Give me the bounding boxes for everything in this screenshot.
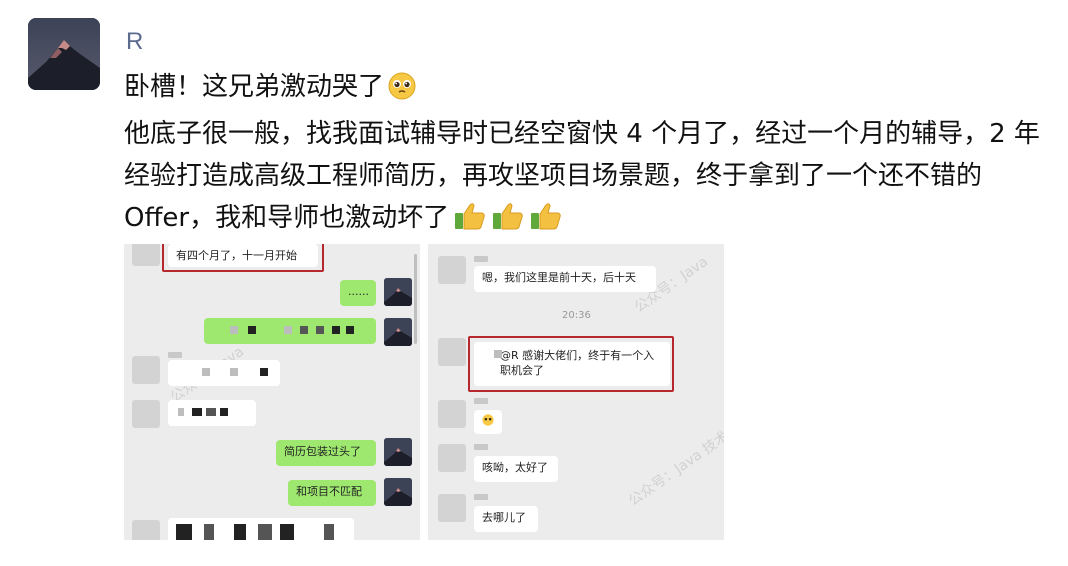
thumbs-up-icon — [453, 201, 487, 244]
my-avatar — [384, 438, 412, 466]
thumbs-up-icon — [529, 201, 563, 244]
pleading-face-emoji-icon — [388, 71, 416, 113]
contact-avatar — [132, 400, 160, 428]
my-avatar — [384, 478, 412, 506]
redacted-pixel — [204, 524, 214, 540]
redacted-pixel — [280, 524, 294, 540]
highlight-box — [162, 244, 324, 272]
pleading-face-icon — [482, 414, 494, 429]
chat-bubble-mine: ...... — [340, 280, 376, 306]
my-avatar — [384, 278, 412, 306]
contact-name-redacted — [474, 398, 488, 404]
redacted-pixel — [230, 326, 238, 334]
my-avatar — [384, 318, 412, 346]
contact-avatar — [438, 400, 466, 428]
redacted-pixel — [284, 326, 292, 334]
post-body-text: 他底子很一般，找我面试辅导时已经空窗快 4 个月了，经过一个月的辅导，2 年经验… — [124, 119, 1040, 233]
contact-name-redacted — [168, 352, 182, 358]
contact-avatar — [132, 520, 160, 540]
contact-avatar — [438, 444, 466, 472]
redacted-pixel — [316, 326, 324, 334]
chat-bubble: 嗯，我们这里是前十天，后十天 — [474, 266, 656, 292]
highlight-box — [468, 336, 674, 392]
redacted-pixel — [332, 326, 340, 334]
contact-avatar — [438, 494, 466, 522]
redacted-pixel — [206, 408, 216, 416]
redacted-pixel — [220, 408, 228, 416]
redacted-pixel — [230, 368, 238, 376]
redacted-pixel — [346, 326, 354, 334]
redacted-pixel — [300, 326, 308, 334]
contact-name-redacted — [474, 494, 488, 500]
redacted-pixel — [324, 524, 334, 540]
chat-bubble-mine: 和项目不匹配 — [288, 480, 376, 506]
redacted-pixel — [192, 408, 202, 416]
redacted-pixel — [248, 326, 256, 334]
post-text: 卧槽！这兄弟激动哭了 他底子很一般，找我面试辅导时已经空窗快 4 个月了，经过一… — [124, 66, 1044, 244]
post-line-1: 卧槽！这兄弟激动哭了 — [124, 66, 1044, 113]
redacted-pixel — [178, 408, 184, 416]
chat-bubble: 咳呦，太好了 — [474, 456, 558, 482]
contact-name-redacted — [474, 256, 488, 262]
redacted-pixel — [234, 524, 246, 540]
watermark: 公众号：Java 技术栈 — [625, 420, 724, 510]
chat-screenshot-right[interactable]: 公众号：Java 公众号：Java 技术栈 嗯，我们这里是前十天，后十天 20:… — [428, 244, 724, 540]
moment-post: R 卧槽！这兄弟激动哭了 他底子很一般，找我面试辅导时已经空窗快 4 个月了，经… — [0, 0, 1068, 566]
contact-avatar — [438, 256, 466, 284]
post-body: 他底子很一般，找我面试辅导时已经空窗快 4 个月了，经过一个月的辅导，2 年经验… — [124, 113, 1044, 244]
author-avatar[interactable] — [28, 18, 100, 90]
redacted-pixel — [260, 368, 268, 376]
chat-timestamp: 20:36 — [562, 310, 591, 321]
contact-avatar — [132, 244, 160, 266]
emoji-bubble — [474, 410, 502, 434]
thumbs-up-icon — [491, 201, 525, 244]
post-line-1-text: 卧槽！这兄弟激动哭了 — [124, 72, 385, 102]
redacted-pixel — [176, 524, 192, 540]
author-name[interactable]: R — [126, 28, 143, 56]
chat-screenshot-left[interactable]: 公众号：Java 有四个月了，十一月开始 ...... — [124, 244, 420, 540]
contact-avatar — [132, 356, 160, 384]
chat-bubble: 去哪儿了 — [474, 506, 538, 532]
contact-name-redacted — [474, 444, 488, 450]
scrollbar[interactable] — [414, 254, 417, 344]
chat-bubble-mine: 简历包装过头了 — [276, 440, 376, 466]
contact-avatar — [438, 338, 466, 366]
redacted-pixel — [202, 368, 210, 376]
redacted-pixel — [258, 524, 272, 540]
